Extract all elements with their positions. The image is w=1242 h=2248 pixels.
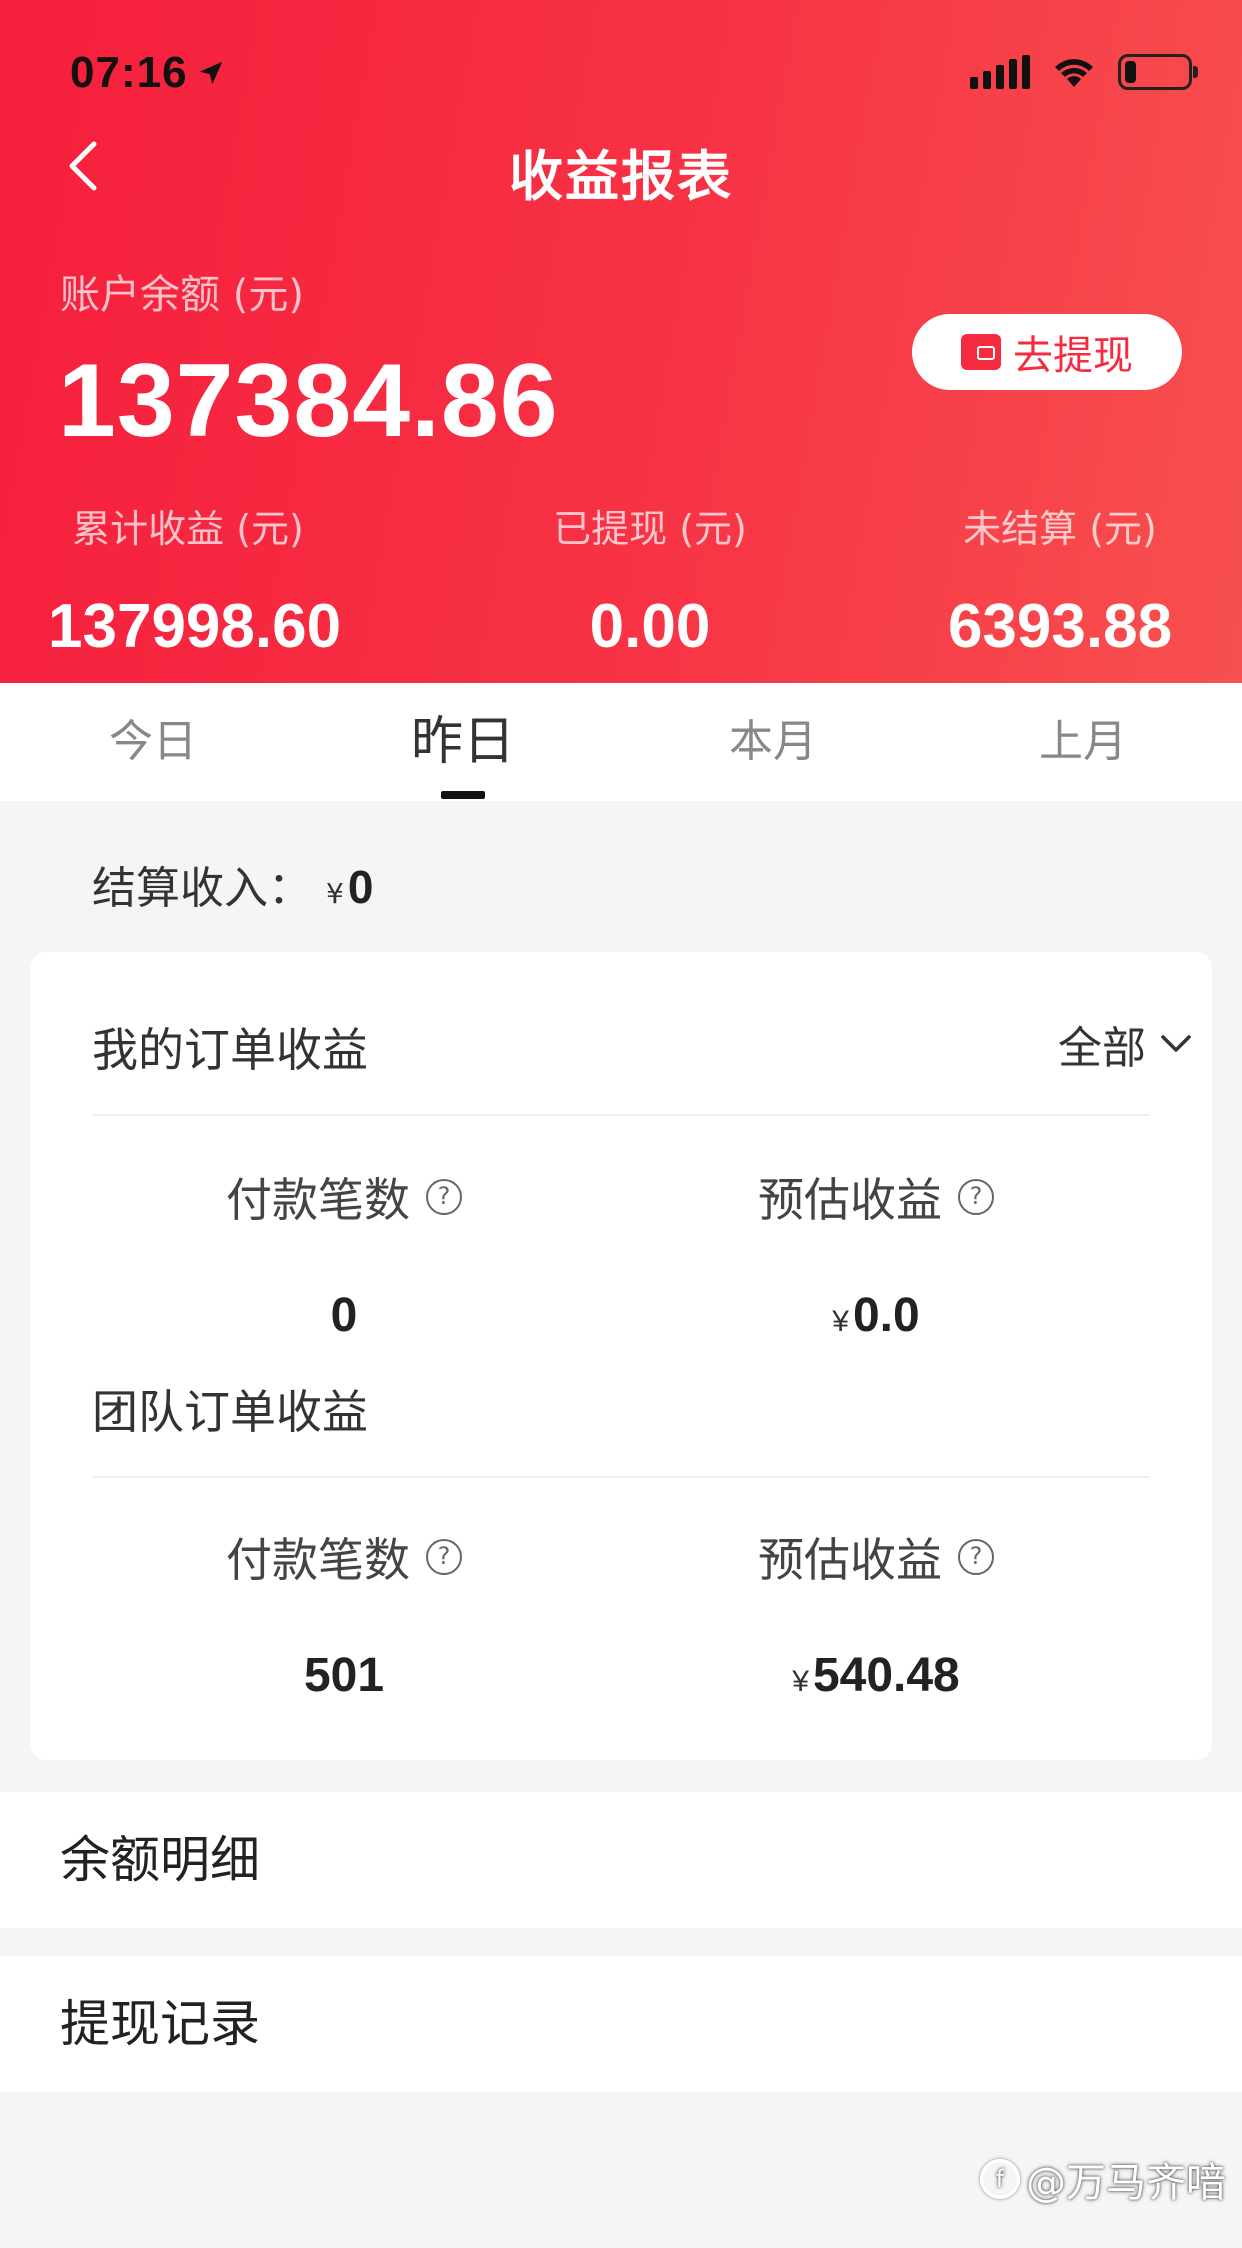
income-label: 预估收益 <box>758 1173 942 1227</box>
stat-value: 6393.88 <box>947 592 1173 661</box>
balance-value: 137384.86 <box>58 343 559 459</box>
signal-icon <box>970 55 1030 89</box>
stat-label: 未结算 (元) <box>963 507 1157 551</box>
divider <box>92 1476 1150 1478</box>
income-value: ¥540.48 <box>616 1648 1136 1703</box>
withdraw-records-row[interactable]: 提现记录 <box>0 1956 1242 2092</box>
currency-symbol: ¥ <box>832 1305 849 1338</box>
earnings-header: 07:16 收益报表 账户余额 (元) 137384.86 去提现 累计收益 (… <box>0 0 1242 683</box>
income-value: ¥0.0 <box>616 1288 1136 1343</box>
order-filter-dropdown[interactable]: 全部 <box>1058 1012 1192 1076</box>
stat-value: 0.00 <box>589 592 711 661</box>
income-amount: 540.48 <box>812 1649 960 1702</box>
withdraw-button[interactable]: 去提现 <box>912 314 1182 390</box>
tab-yesterday[interactable]: 昨日 <box>338 683 588 801</box>
count-value: 501 <box>303 1649 385 1702</box>
tab-today[interactable]: 今日 <box>28 683 278 801</box>
team-orders-count: 付款笔数 ? 501 <box>84 1524 604 1703</box>
team-orders-title: 团队订单收益 <box>92 1385 368 1439</box>
period-tabs: 今日 昨日 本月 上月 <box>0 683 1242 801</box>
tab-last-month[interactable]: 上月 <box>958 683 1208 801</box>
stat-withdrawn: 已提现 (元) 0.00 <box>510 498 790 662</box>
balance-label: 账户余额 (元) <box>60 272 304 318</box>
watermark-text: @万马齐喑 <box>1026 2160 1226 2206</box>
question-circle-icon[interactable]: ? <box>958 1179 994 1215</box>
earnings-stats: 累计收益 (元) 137998.60 已提现 (元) 0.00 未结算 (元) … <box>0 498 1242 661</box>
metric-label: 付款笔数 ? <box>84 1524 604 1590</box>
order-earnings-card: 我的订单收益 全部 付款笔数 ? 0 预估收益 ? ¥0.0 团队订单收益 付款… <box>30 952 1212 1760</box>
income-amount: 0.0 <box>852 1289 920 1342</box>
watermark-logo-icon: f <box>980 2159 1020 2199</box>
wifi-icon <box>1055 59 1093 87</box>
count-label: 付款笔数 <box>226 1173 410 1227</box>
income-label: 预估收益 <box>758 1533 942 1587</box>
tab-this-month[interactable]: 本月 <box>648 683 898 801</box>
stat-label: 已提现 (元) <box>553 507 747 551</box>
my-orders-count: 付款笔数 ? 0 <box>84 1164 604 1343</box>
withdraw-label: 去提现 <box>1013 333 1133 379</box>
currency-symbol: ¥ <box>326 877 344 910</box>
stat-unsettled: 未结算 (元) 6393.88 <box>920 498 1200 662</box>
wallet-icon <box>961 334 1001 370</box>
chevron-down-icon <box>1161 1035 1191 1052</box>
metric-label: 预估收益 ? <box>616 1524 1136 1590</box>
balance-detail-row[interactable]: 余额明细 <box>0 1792 1242 1928</box>
question-circle-icon[interactable]: ? <box>958 1539 994 1575</box>
location-arrow-icon <box>199 61 222 85</box>
settlement-label: 结算收入： <box>92 863 312 914</box>
watermark: f @万马齐喑 <box>980 2150 1226 2208</box>
metric-label: 预估收益 ? <box>616 1164 1136 1230</box>
my-orders-income: 预估收益 ? ¥0.0 <box>616 1164 1136 1343</box>
settlement-amount: 0 <box>347 861 374 913</box>
stat-value: 137998.60 <box>48 592 342 661</box>
count-value: 0 <box>330 1289 358 1342</box>
stat-label: 累计收益 (元) <box>72 507 304 551</box>
stat-total-earnings: 累计收益 (元) 137998.60 <box>48 498 342 662</box>
metric-label: 付款笔数 ? <box>84 1164 604 1230</box>
settlement-income: 结算收入： ¥ 0 <box>92 852 373 916</box>
page-title: 收益报表 <box>509 145 733 208</box>
my-orders-title: 我的订单收益 <box>92 1023 368 1077</box>
count-label: 付款笔数 <box>226 1533 410 1587</box>
question-circle-icon[interactable]: ? <box>426 1179 462 1215</box>
divider <box>92 1114 1150 1116</box>
status-bar-time: 07:16 <box>70 48 226 98</box>
currency-symbol: ¥ <box>792 1665 809 1698</box>
time-text: 07:16 <box>70 48 188 97</box>
filter-label: 全部 <box>1058 1023 1146 1074</box>
question-circle-icon[interactable]: ? <box>426 1539 462 1575</box>
battery-icon <box>1118 54 1198 90</box>
team-orders-income: 预估收益 ? ¥540.48 <box>616 1524 1136 1703</box>
status-icons <box>970 54 1198 90</box>
